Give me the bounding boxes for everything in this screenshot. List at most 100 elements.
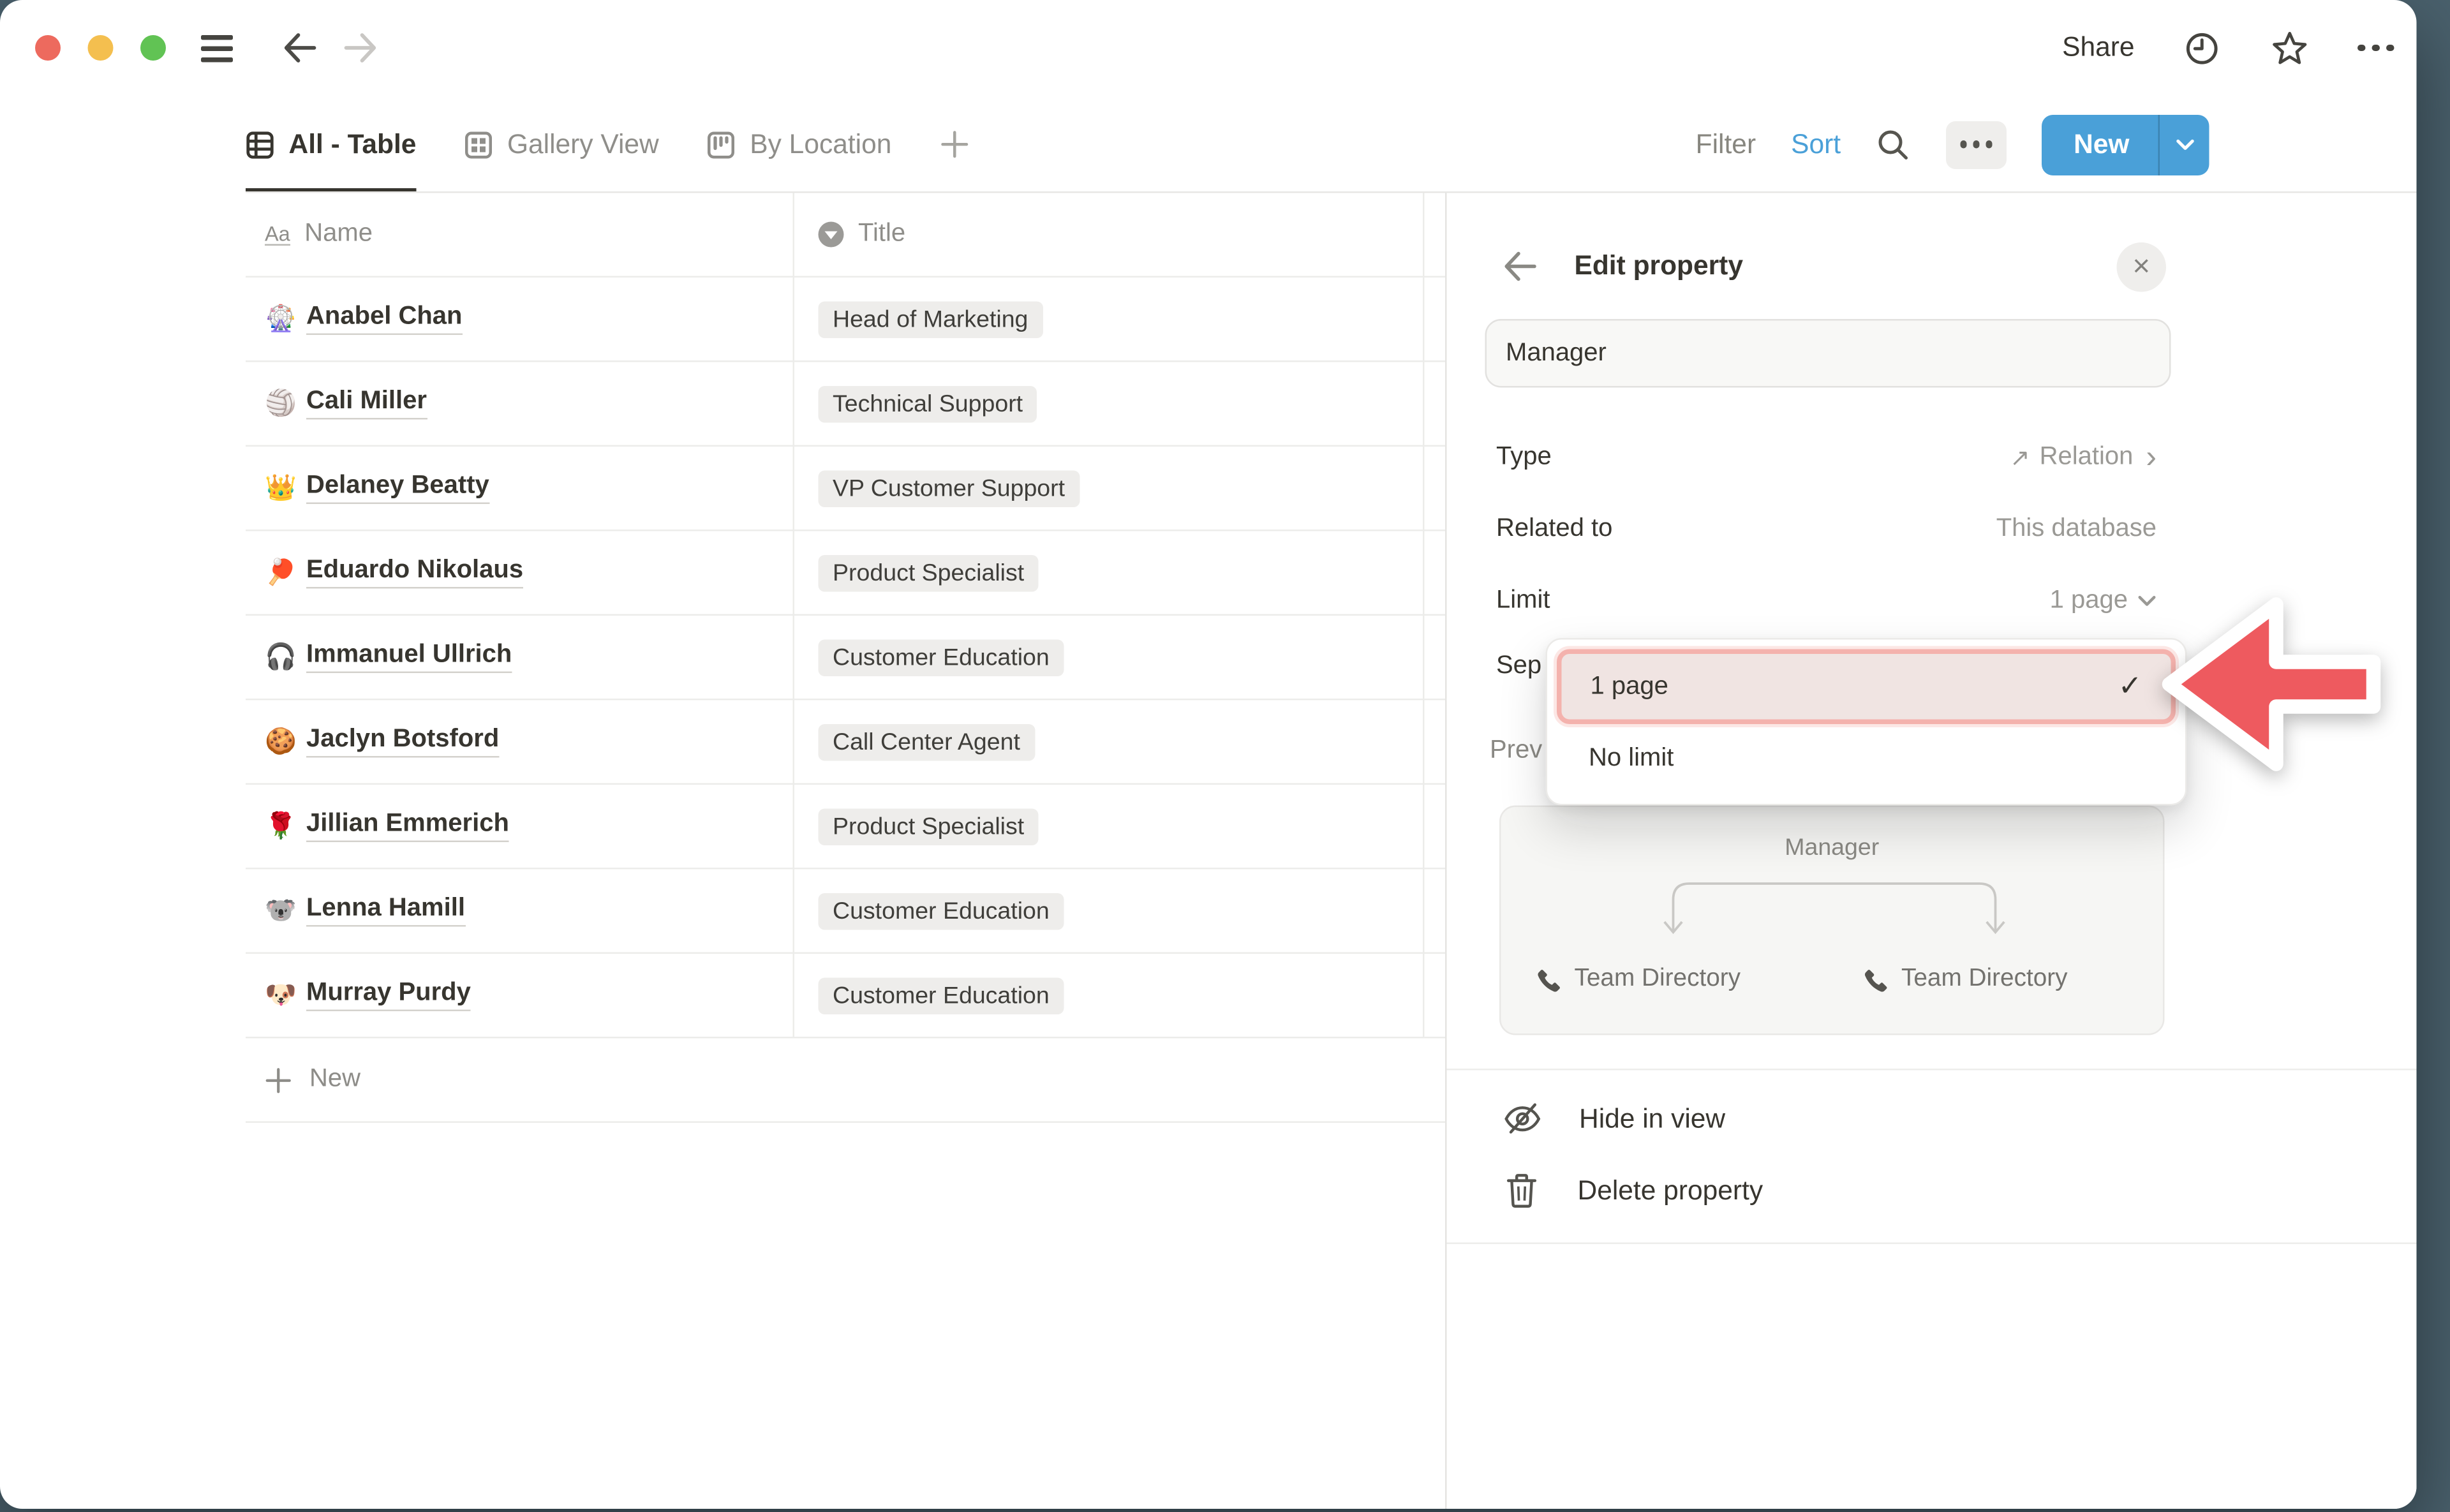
dropdown-option-1-page[interactable]: 1 page ✓ bbox=[1557, 649, 2176, 725]
page-link[interactable]: Delaney Beatty bbox=[306, 472, 489, 504]
page-emoji: 🍪 bbox=[265, 726, 306, 758]
sort-button[interactable]: Sort bbox=[1791, 128, 1841, 160]
page-link[interactable]: Cali Miller bbox=[306, 388, 427, 420]
phone-icon bbox=[1865, 967, 1889, 991]
property-row-limit: Limit 1 page bbox=[1496, 573, 2157, 630]
table-cell-title[interactable]: Call Center Agent bbox=[793, 700, 1423, 783]
page-link[interactable]: Anabel Chan bbox=[306, 303, 462, 335]
add-view-button[interactable] bbox=[939, 130, 970, 160]
page-emoji: 🌹 bbox=[265, 810, 306, 842]
sidebar-menu-icon[interactable] bbox=[201, 35, 233, 63]
more-options-icon[interactable] bbox=[2358, 44, 2394, 51]
table-cell-name[interactable]: 🍪 Jaclyn Botsford bbox=[246, 700, 793, 783]
filter-button[interactable]: Filter bbox=[1696, 128, 1756, 160]
view-settings-button[interactable] bbox=[1946, 121, 2007, 168]
window-minimize-button[interactable] bbox=[88, 35, 114, 61]
limit-value[interactable]: 1 page bbox=[2050, 587, 2157, 616]
page-emoji: 🐨 bbox=[265, 895, 306, 927]
back-icon[interactable] bbox=[1501, 249, 1540, 284]
tab-by-location[interactable]: By Location bbox=[707, 96, 892, 193]
table-cell-title[interactable]: Technical Support bbox=[793, 362, 1423, 445]
preview-page-item: Team Directory bbox=[1865, 965, 2068, 994]
table-cell-title[interactable]: Product Specialist bbox=[793, 785, 1423, 868]
view-tabs: All - Table Gallery View By Locatio bbox=[246, 96, 970, 193]
chevron-down-icon bbox=[2175, 138, 2194, 151]
column-header-title[interactable]: Title bbox=[793, 193, 1423, 276]
chevron-down-icon bbox=[2137, 595, 2157, 608]
delete-property-button[interactable]: Delete property bbox=[1503, 1171, 1763, 1211]
dropdown-option-no-limit[interactable]: No limit bbox=[1557, 724, 2176, 794]
tab-gallery-view[interactable]: Gallery View bbox=[464, 96, 658, 193]
new-button[interactable]: New bbox=[2042, 114, 2209, 175]
page-emoji: 🏓 bbox=[265, 557, 306, 589]
check-icon: ✓ bbox=[2118, 670, 2142, 704]
table-cell-name[interactable]: 🐶 Murray Purdy bbox=[246, 954, 793, 1037]
forward-icon[interactable] bbox=[341, 31, 380, 66]
window-controls bbox=[35, 35, 166, 61]
page-link[interactable]: Jillian Emmerich bbox=[306, 810, 509, 842]
view-tools: Filter Sort New bbox=[1696, 96, 2209, 193]
table-cell-name[interactable]: 🏐 Cali Miller bbox=[246, 362, 793, 445]
screen: Share All - Table bbox=[0, 0, 2450, 1512]
close-icon[interactable]: × bbox=[2117, 242, 2167, 292]
page-emoji: 🎡 bbox=[265, 303, 306, 335]
table-row: 🎡 Anabel Chan Head of Marketing bbox=[246, 278, 1445, 362]
tab-all-table[interactable]: All - Table bbox=[246, 96, 416, 193]
database-table: Aa Name Title 🎡 Anabel Chan Head of Mark… bbox=[246, 193, 1445, 1123]
property-row-type: Type ↗ Relation › bbox=[1496, 429, 2157, 487]
table-cell-title[interactable]: Head of Marketing bbox=[793, 278, 1423, 360]
table-cell-title[interactable]: Product Specialist bbox=[793, 531, 1423, 614]
type-value[interactable]: ↗ Relation › bbox=[2010, 443, 2157, 472]
window-fullscreen-button[interactable] bbox=[140, 35, 166, 61]
column-header-name[interactable]: Aa Name bbox=[246, 193, 793, 276]
window-close-button[interactable] bbox=[35, 35, 61, 61]
table-cell-title[interactable]: VP Customer Support bbox=[793, 447, 1423, 530]
preview-page-item: Team Directory bbox=[1538, 965, 1741, 994]
favorite-star-icon[interactable] bbox=[2270, 28, 2310, 68]
updates-clock-icon[interactable] bbox=[2183, 28, 2223, 68]
table-row: 🎧 Immanuel Ullrich Customer Education bbox=[246, 616, 1445, 700]
page-link[interactable]: Murray Purdy bbox=[306, 979, 471, 1011]
select-tag: VP Customer Support bbox=[819, 470, 1080, 507]
select-tag: Call Center Agent bbox=[819, 723, 1035, 760]
plus-icon bbox=[265, 1066, 292, 1093]
relation-preview-card: Manager Team Directory Team Dire bbox=[1499, 806, 2165, 1035]
table-cell-title[interactable]: Customer Education bbox=[793, 616, 1423, 699]
search-icon[interactable] bbox=[1876, 127, 1911, 162]
table-cell-name[interactable]: 🎧 Immanuel Ullrich bbox=[246, 616, 793, 699]
new-button-label: New bbox=[2042, 114, 2158, 175]
property-name-input[interactable]: Manager bbox=[1485, 319, 2171, 388]
table-cell-title[interactable]: Customer Education bbox=[793, 954, 1423, 1037]
clipped-label: Sep bbox=[1496, 653, 1541, 681]
page-link[interactable]: Eduardo Nikolaus bbox=[306, 557, 523, 589]
new-row-button[interactable]: New bbox=[246, 1039, 1445, 1123]
table-cell-name[interactable]: 🌹 Jillian Emmerich bbox=[246, 785, 793, 868]
table-row: 🏓 Eduardo Nikolaus Product Specialist bbox=[246, 531, 1445, 616]
new-dropdown-button[interactable] bbox=[2158, 114, 2209, 175]
table-cell-name[interactable]: 🏓 Eduardo Nikolaus bbox=[246, 531, 793, 614]
related-to-value: This database bbox=[1996, 515, 2157, 544]
page-link[interactable]: Immanuel Ullrich bbox=[306, 641, 512, 673]
page-link[interactable]: Lenna Hamill bbox=[306, 895, 465, 927]
tab-label: All - Table bbox=[289, 128, 417, 160]
select-tag: Product Specialist bbox=[819, 808, 1039, 845]
table-cell-name[interactable]: 🎡 Anabel Chan bbox=[246, 278, 793, 360]
panel-title: Edit property bbox=[1575, 251, 1743, 283]
page-link[interactable]: Jaclyn Botsford bbox=[306, 726, 499, 758]
table-cell-name[interactable]: 👑 Delaney Beatty bbox=[246, 447, 793, 530]
gallery-icon bbox=[464, 130, 493, 159]
divider bbox=[1447, 1243, 2417, 1245]
table-cell-name[interactable]: 🐨 Lenna Hamill bbox=[246, 870, 793, 952]
select-property-icon bbox=[819, 222, 844, 248]
eye-slash-icon bbox=[1503, 1099, 1543, 1139]
tab-label: Gallery View bbox=[507, 128, 659, 160]
table-cell-title[interactable]: Customer Education bbox=[793, 870, 1423, 952]
select-tag: Customer Education bbox=[819, 893, 1064, 930]
edit-property-panel: Edit property × Manager Type ↗ Relation … bbox=[1445, 193, 2417, 1509]
table-header-row: Aa Name Title bbox=[246, 193, 1445, 278]
limit-dropdown: 1 page ✓ No limit bbox=[1546, 638, 2187, 806]
back-icon[interactable] bbox=[281, 31, 319, 66]
hide-in-view-button[interactable]: Hide in view bbox=[1503, 1099, 1725, 1139]
share-button[interactable]: Share bbox=[2062, 32, 2134, 64]
select-tag: Customer Education bbox=[819, 639, 1064, 676]
